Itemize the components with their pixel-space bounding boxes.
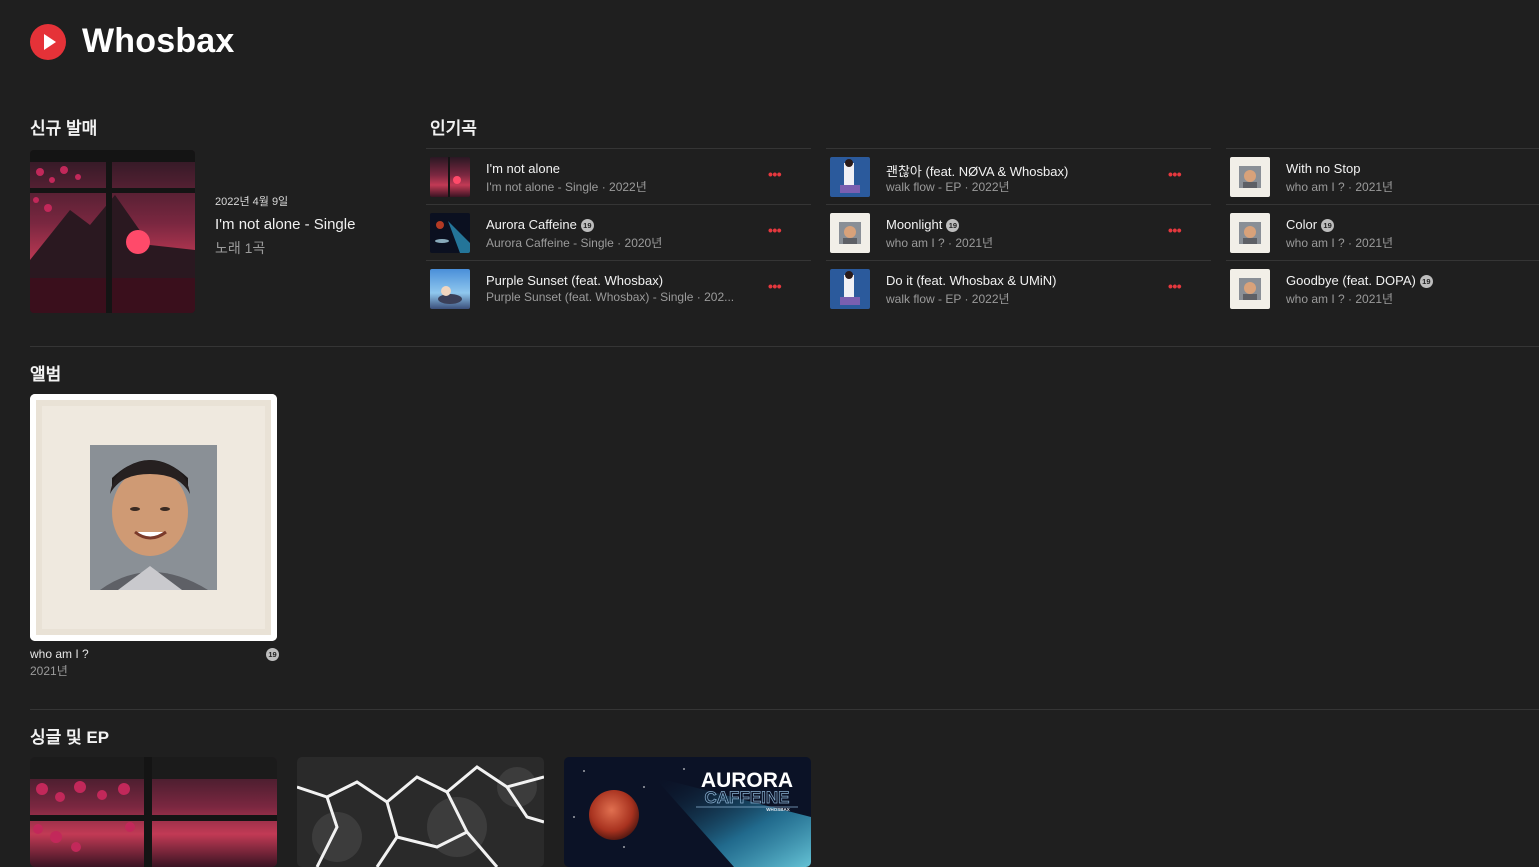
- song-subtitle: who am I ? · 2021년: [886, 236, 994, 250]
- song-title[interactable]: With no Stop: [1286, 161, 1360, 176]
- ellipsis-icon[interactable]: •••: [1168, 166, 1182, 182]
- song-subtitle: who am I ? · 2021년: [1286, 292, 1394, 306]
- explicit-icon: 19: [1321, 219, 1335, 232]
- song-subtitle: who am I ? · 2021년: [1286, 236, 1394, 250]
- song-subtitle: walk flow - EP · 2022년: [886, 180, 1010, 194]
- track-count: 노래 1곡: [215, 240, 266, 256]
- song-thumbnail[interactable]: [830, 157, 870, 197]
- albums-heading: 앨범: [30, 365, 62, 384]
- singles-heading: 싱글 및 EP: [30, 728, 110, 747]
- ellipsis-icon[interactable]: •••: [768, 166, 782, 182]
- top-songs-column: 괜찮아 (feat. NØVA & Whosbax) walk flow - E…: [826, 148, 1211, 315]
- new-release-title[interactable]: I'm not alone - Single: [215, 216, 355, 233]
- song-row[interactable]: 괜찮아 (feat. NØVA & Whosbax) walk flow - E…: [826, 148, 1211, 204]
- top-songs-column: With no Stop who am I ? · 2021년 Color 19 …: [1226, 148, 1539, 315]
- song-row[interactable]: Do it (feat. Whosbax & UMiN) walk flow -…: [826, 260, 1211, 315]
- song-title[interactable]: I'm not alone: [486, 161, 560, 176]
- song-thumbnail[interactable]: [1230, 269, 1270, 309]
- song-title[interactable]: Moonlight 19: [886, 217, 960, 232]
- song-subtitle: Aurora Caffeine - Single · 2020년: [486, 236, 663, 250]
- song-subtitle: who am I ? · 2021년: [1286, 180, 1394, 194]
- song-row[interactable]: Moonlight 19 who am I ? · 2021년 •••: [826, 204, 1211, 260]
- song-subtitle: Purple Sunset (feat. Whosbax) - Single ·…: [486, 290, 735, 304]
- youtube-music-logo[interactable]: [30, 24, 66, 60]
- top-songs-column: I'm not alone I'm not alone - Single · 2…: [426, 148, 811, 315]
- single-artwork[interactable]: [297, 757, 544, 867]
- single-artwork[interactable]: AURORA CAFFEINE WHOSBAX: [564, 757, 811, 867]
- art-artist: WHOSBAX: [766, 807, 790, 812]
- section-divider: [30, 346, 1539, 347]
- explicit-icon: 19: [946, 219, 960, 232]
- song-thumbnail[interactable]: [430, 157, 470, 197]
- song-thumbnail[interactable]: [1230, 157, 1270, 197]
- ellipsis-icon[interactable]: •••: [1168, 278, 1182, 294]
- song-thumbnail[interactable]: [430, 213, 470, 253]
- song-title[interactable]: Do it (feat. Whosbax & UMiN): [886, 273, 1057, 288]
- new-release-artwork[interactable]: [30, 150, 195, 313]
- ellipsis-icon[interactable]: •••: [768, 278, 782, 294]
- ellipsis-icon[interactable]: •••: [768, 222, 782, 238]
- album-year: 2021년: [30, 664, 68, 678]
- song-row[interactable]: Aurora Caffeine 19 Aurora Caffeine - Sing…: [426, 204, 811, 260]
- ellipsis-icon[interactable]: •••: [1168, 222, 1182, 238]
- album-artwork[interactable]: [30, 394, 277, 641]
- song-title[interactable]: Purple Sunset (feat. Whosbax): [486, 273, 663, 288]
- album-title[interactable]: who am I ?: [30, 647, 89, 661]
- section-divider: [30, 709, 1539, 710]
- song-title[interactable]: Color 19: [1286, 217, 1335, 232]
- song-row[interactable]: Goodbye (feat. DOPA) 19 who am I ? · 2021…: [1226, 260, 1539, 315]
- artist-name: Whosbax: [82, 22, 235, 60]
- song-subtitle: I'm not alone - Single · 2022년: [486, 180, 647, 194]
- song-row[interactable]: With no Stop who am I ? · 2021년: [1226, 148, 1539, 204]
- song-row[interactable]: I'm not alone I'm not alone - Single · 2…: [426, 148, 811, 204]
- explicit-icon: 19: [1419, 275, 1433, 288]
- song-thumbnail[interactable]: [830, 213, 870, 253]
- song-row[interactable]: Purple Sunset (feat. Whosbax) Purple Sun…: [426, 260, 811, 315]
- explicit-icon: 19: [266, 648, 279, 661]
- new-release-heading: 신규 발매: [30, 119, 98, 138]
- song-thumbnail[interactable]: [430, 269, 470, 309]
- song-title[interactable]: Aurora Caffeine 19: [486, 217, 594, 232]
- art-subtitle: CAFFEINE: [705, 788, 790, 807]
- top-songs-heading: 인기곡: [430, 119, 477, 138]
- song-title[interactable]: Goodbye (feat. DOPA) 19: [1286, 273, 1433, 288]
- song-subtitle: walk flow - EP · 2022년: [886, 292, 1010, 306]
- single-artwork[interactable]: [30, 757, 277, 867]
- song-thumbnail[interactable]: [1230, 213, 1270, 253]
- song-thumbnail[interactable]: [830, 269, 870, 309]
- song-row[interactable]: Color 19 who am I ? · 2021년: [1226, 204, 1539, 260]
- release-date: 2022년 4월 9일: [215, 196, 289, 208]
- explicit-icon: 19: [580, 219, 594, 232]
